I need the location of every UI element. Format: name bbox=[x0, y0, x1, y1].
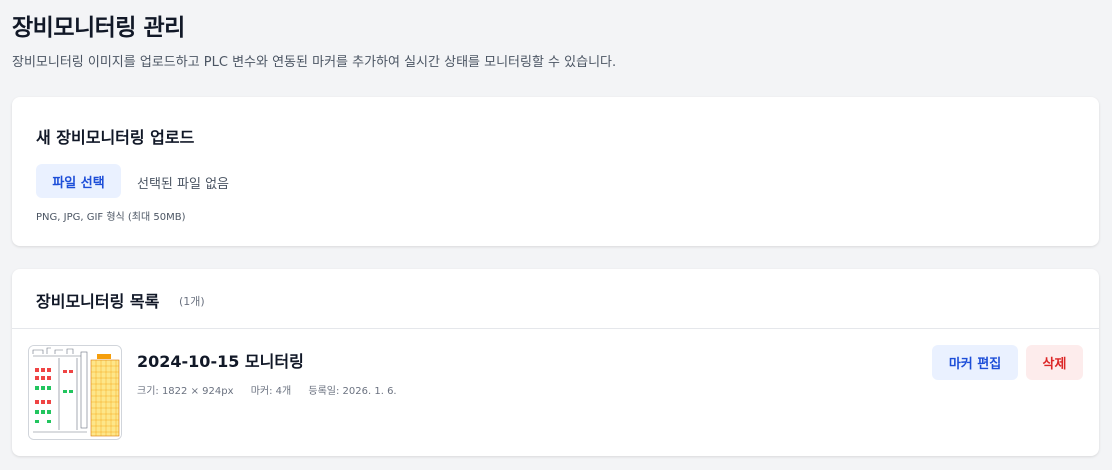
upload-card: 새 장비모니터링 업로드 파일 선택 선택된 파일 없음 PNG, JPG, G… bbox=[12, 97, 1099, 246]
item-meta: 크기: 1822 × 924px 마커: 4개 등록일: 2026. 1. 6. bbox=[137, 382, 411, 397]
list-header: 장비모니터링 목록 (1개) bbox=[12, 269, 1099, 329]
list-count: (1개) bbox=[179, 295, 205, 308]
page-description: 장비모니터링 이미지를 업로드하고 PLC 변수와 연동된 마커를 추가하여 실… bbox=[12, 55, 617, 70]
item-marker-count: 마커: 4개 bbox=[250, 386, 292, 397]
upload-card-title: 새 장비모니터링 업로드 bbox=[36, 128, 195, 147]
item-registered-date: 등록일: 2026. 1. 6. bbox=[308, 386, 397, 397]
page-title: 장비모니터링 관리 bbox=[12, 15, 185, 41]
item-name: 2024-10-15 모니터링 bbox=[137, 352, 304, 371]
monitoring-list-card: 장비모니터링 목록 (1개) 2024-10-15 모니터링 크기: 1822 … bbox=[12, 269, 1099, 456]
equipment-drawing-thumbnail bbox=[29, 346, 121, 439]
file-select-button[interactable]: 파일 선택 bbox=[36, 164, 121, 198]
file-status-text: 선택된 파일 없음 bbox=[137, 177, 229, 192]
item-size: 크기: 1822 × 924px bbox=[137, 386, 234, 397]
edit-markers-button[interactable]: 마커 편집 bbox=[932, 345, 1018, 380]
delete-button[interactable]: 삭제 bbox=[1026, 345, 1083, 380]
page: 장비모니터링 관리 장비모니터링 이미지를 업로드하고 PLC 변수와 연동된 … bbox=[0, 0, 1112, 470]
list-title: 장비모니터링 목록 bbox=[36, 292, 160, 311]
monitoring-thumbnail[interactable] bbox=[28, 345, 122, 440]
file-format-hint: PNG, JPG, GIF 형식 (최대 50MB) bbox=[36, 212, 186, 223]
